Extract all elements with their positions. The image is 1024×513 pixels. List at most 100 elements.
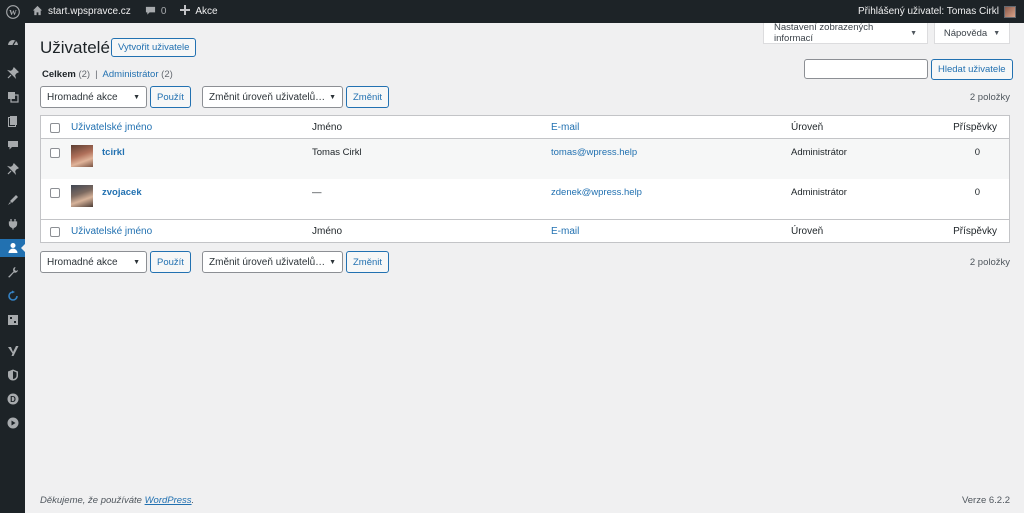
filter-admin-count: (2): [161, 69, 173, 80]
avatar: [71, 145, 93, 167]
svg-text:W: W: [9, 7, 17, 16]
help-label: Nápověda: [943, 27, 988, 39]
chevron-down-icon: ▼: [329, 258, 336, 266]
pages-icon[interactable]: [0, 112, 25, 130]
users-table: Uživatelské jméno Jméno E-mail Úroveň Př…: [40, 115, 1010, 243]
shield-icon[interactable]: [0, 366, 25, 384]
screen-options-label: Nastavení zobrazených informací: [774, 22, 874, 44]
bulk-action-value: Hromadné akce: [47, 91, 118, 103]
row-checkbox[interactable]: [50, 188, 60, 198]
column-role-footer: Úroveň: [791, 226, 824, 237]
caret-down-icon: ▼: [910, 29, 917, 37]
change-role-button-bottom[interactable]: Změnit: [346, 251, 390, 273]
my-account-link[interactable]: Přihlášený uživatel: Tomas Cirkl: [851, 0, 1024, 23]
screen-options-button[interactable]: Nastavení zobrazených informací ▼: [763, 22, 928, 44]
column-name-footer: Jméno: [312, 226, 343, 237]
change-role-value: Změnit úroveň uživatelů…: [209, 256, 326, 268]
site-name: start.wpspravce.cz: [48, 6, 131, 17]
change-role-button[interactable]: Změnit: [346, 86, 390, 108]
screen-meta-links: Nastavení zobrazených informací ▼ Nápově…: [763, 22, 1010, 44]
user-name: —: [312, 187, 322, 198]
search-input[interactable]: [804, 59, 928, 79]
comment-bubble-icon: [145, 5, 156, 19]
tools-icon[interactable]: [0, 263, 25, 281]
items-count-bottom: 2 položky: [969, 257, 1010, 268]
column-name-header: Jméno: [312, 122, 343, 133]
admin-bar: W start.wpspravce.cz 0 Akce Přihlášený u…: [0, 0, 1024, 23]
settings-icon[interactable]: [0, 311, 25, 329]
refresh-icon[interactable]: [0, 287, 25, 305]
wordpress-link[interactable]: WordPress: [145, 495, 192, 506]
column-posts-footer: Příspěvky: [953, 226, 997, 237]
bulk-action-value: Hromadné akce: [47, 256, 118, 268]
select-all-checkbox[interactable]: [50, 227, 60, 237]
apply-button-bottom[interactable]: Použít: [150, 251, 191, 273]
new-content-link[interactable]: Akce: [173, 0, 224, 23]
user-email-link[interactable]: zdenek@wpress.help: [551, 187, 642, 198]
add-new-user-button[interactable]: Vytvořit uživatele: [111, 38, 197, 57]
role-filter-links: Celkem (2) | Administrátor (2): [42, 69, 173, 80]
pin-icon[interactable]: [0, 160, 25, 178]
bulk-action-select[interactable]: Hromadné akce ▼: [40, 86, 147, 108]
help-button[interactable]: Nápověda ▼: [934, 23, 1010, 44]
column-posts-header: Příspěvky: [953, 122, 997, 133]
table-header-row: Uživatelské jméno Jméno E-mail Úroveň Př…: [41, 116, 1009, 139]
new-content-label: Akce: [195, 6, 218, 17]
column-username-header[interactable]: Uživatelské jméno: [71, 122, 152, 133]
user-posts-count: 0: [974, 187, 980, 198]
d-icon[interactable]: D: [0, 390, 25, 408]
select-all-checkbox[interactable]: [50, 123, 60, 133]
filter-admin-label: Administrátor: [102, 69, 159, 80]
appearance-icon[interactable]: [0, 191, 25, 209]
users-icon[interactable]: [0, 239, 26, 257]
chevron-down-icon: ▼: [329, 93, 336, 101]
footer-version: Verze 6.2.2: [961, 495, 1010, 506]
column-username-footer[interactable]: Uživatelské jméno: [71, 226, 152, 237]
change-role-value: Změnit úroveň uživatelů…: [209, 91, 326, 103]
apply-button[interactable]: Použít: [150, 86, 191, 108]
admin-menu: D: [0, 23, 26, 513]
username-link[interactable]: zvojacek: [102, 187, 142, 198]
caret-down-icon: ▼: [993, 29, 1001, 37]
home-icon: [32, 5, 43, 19]
site-name-link[interactable]: start.wpspravce.cz: [25, 0, 138, 23]
username-link[interactable]: tcirkl: [102, 147, 125, 158]
filter-separator: |: [95, 69, 98, 80]
chevron-down-icon: ▼: [133, 93, 140, 101]
change-role-select-bottom[interactable]: Změnit úroveň uživatelů… ▼: [202, 251, 343, 273]
table-row: zvojacek — zdenek@wpress.help Administrá…: [41, 179, 1009, 219]
comments-icon[interactable]: [0, 136, 25, 154]
user-role: Administrátor: [791, 187, 847, 198]
bulk-action-select-bottom[interactable]: Hromadné akce ▼: [40, 251, 147, 273]
filter-all[interactable]: Celkem (2): [42, 69, 90, 80]
filter-all-label: Celkem: [42, 69, 76, 80]
svg-text:D: D: [10, 395, 16, 404]
chevron-down-icon: ▼: [133, 258, 140, 266]
avatar: [1004, 5, 1016, 18]
comments-count: 0: [160, 6, 167, 17]
dashboard-icon[interactable]: [0, 33, 25, 51]
footer-thanks-text: Děkujeme, že používáte: [40, 495, 142, 506]
comments-link[interactable]: 0: [138, 0, 174, 23]
footer-thanks-suffix: .: [191, 495, 195, 506]
media-icon[interactable]: [0, 88, 25, 106]
user-role: Administrátor: [791, 147, 847, 158]
column-email-footer[interactable]: E-mail: [551, 226, 579, 237]
column-email-header[interactable]: E-mail: [551, 122, 579, 133]
wordpress-logo-icon[interactable]: W: [0, 0, 25, 23]
user-posts-count: 0: [974, 147, 980, 158]
plus-icon: [180, 5, 191, 18]
pin-icon[interactable]: [0, 64, 25, 82]
column-role-header: Úroveň: [791, 122, 824, 133]
table-footer-row: Uživatelské jméno Jméno E-mail Úroveň Př…: [41, 219, 1009, 242]
user-email-link[interactable]: tomas@wpress.help: [551, 147, 637, 158]
play-icon[interactable]: [0, 414, 25, 432]
plugins-icon[interactable]: [0, 215, 25, 233]
search-users-button[interactable]: Hledat uživatele: [931, 59, 1013, 80]
change-role-select[interactable]: Změnit úroveň uživatelů… ▼: [202, 86, 343, 108]
filter-administrator[interactable]: Administrátor (2): [103, 69, 173, 80]
row-checkbox[interactable]: [50, 148, 60, 158]
footer-thanks: Děkujeme, že používáte WordPress.: [40, 495, 194, 506]
filter-all-count: (2): [78, 69, 91, 80]
yoast-icon[interactable]: [0, 342, 25, 360]
